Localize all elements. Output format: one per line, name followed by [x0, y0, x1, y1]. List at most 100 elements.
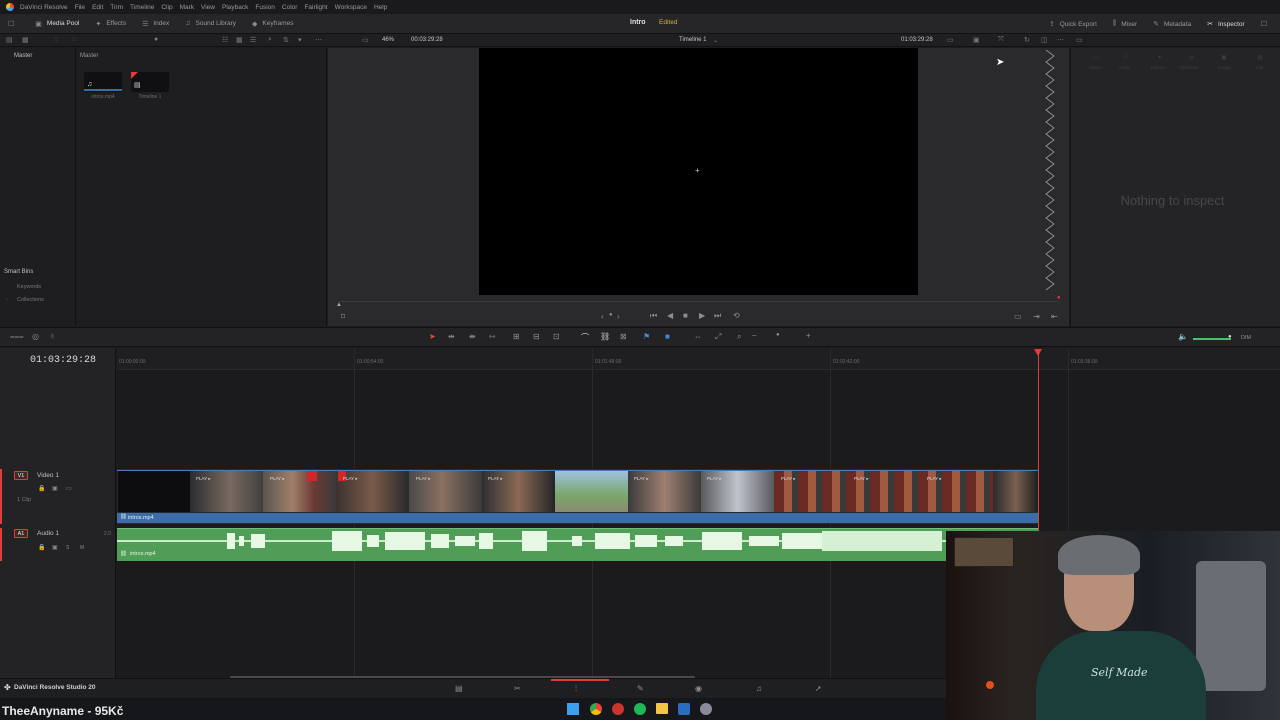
sound-library-button[interactable]: ♫ Sound Library [177, 14, 244, 34]
metadata-button[interactable]: ✎ Metadata [1145, 14, 1199, 34]
track-view-icon[interactable]: ◎ [32, 332, 39, 341]
volume-handle[interactable]: ● [1228, 334, 1232, 340]
fusion-page-icon[interactable]: ✎ [637, 684, 644, 693]
inspector-button[interactable]: ✂ Inspector [1199, 14, 1253, 34]
viewer-canvas[interactable]: + [479, 48, 918, 295]
volume-icon[interactable]: 🔈 [1178, 332, 1188, 341]
scrubber-start-handle[interactable]: ▲ [336, 302, 342, 308]
pool-item-intros[interactable]: ♫ [84, 72, 122, 92]
menu-fairlight[interactable]: Fairlight [304, 4, 327, 11]
lock-track-icon[interactable]: 🔒 [38, 485, 45, 492]
zoom-in-icon[interactable]: ◌ [72, 36, 76, 43]
deliver-page-icon[interactable]: ➚ [815, 684, 822, 693]
davinci-taskbar-icon[interactable] [700, 703, 712, 715]
menu-mark[interactable]: Mark [180, 4, 194, 11]
smart-bin-collections[interactable]: Collections [17, 297, 44, 303]
media-pool-button[interactable]: ▣ Media Pool [27, 14, 87, 34]
viewer-scrubber[interactable] [338, 301, 1060, 302]
windows-start-icon[interactable] [567, 703, 579, 715]
skip-to-end-icon[interactable]: ⏭ [714, 311, 721, 321]
smart-bin-keywords[interactable]: Keywords [17, 284, 41, 290]
menu-view[interactable]: View [201, 4, 215, 11]
loop-icon[interactable]: ↻ [1024, 36, 1030, 44]
timeline-selector[interactable]: Timeline 1 [679, 37, 706, 43]
sidebar-toggle-button[interactable]: ☐ [0, 14, 27, 34]
menu-trim[interactable]: Trim [110, 4, 123, 11]
audio-clip[interactable] [117, 528, 1039, 561]
more-options-icon[interactable]: ⋯ [315, 36, 322, 44]
audio-track-tag[interactable]: A1 [14, 529, 28, 538]
timeline-view-options-icon[interactable]: ⩶ [10, 332, 24, 342]
menu-help[interactable]: Help [374, 4, 387, 11]
audio-meter-icon[interactable]: ♮ [51, 332, 54, 341]
expand-panel-button[interactable]: ☐ [1253, 14, 1280, 34]
scrubber-playhead-marker[interactable]: ● [1057, 295, 1061, 301]
browser-app-icon[interactable] [612, 703, 624, 715]
mixer-button[interactable]: ⫼ Mixer [1105, 14, 1145, 34]
solo-button[interactable]: S [66, 545, 69, 551]
inspector-layout-icon[interactable]: ▭ [1076, 36, 1083, 44]
play-reverse-icon[interactable]: ◀ [667, 311, 673, 320]
position-lock-icon[interactable]: ⊠ [620, 332, 627, 341]
blade-tool-icon[interactable]: ⇿ [489, 332, 496, 341]
zoom-in-timeline-icon[interactable]: + [806, 331, 811, 340]
viewer-options-icon[interactable]: ▭ [947, 36, 954, 44]
transform-icon[interactable]: ⤧ [998, 36, 1004, 44]
replace-clip-icon[interactable]: ⊡ [553, 332, 560, 341]
inspector-tab-image-icon[interactable]: ▣ [1221, 54, 1227, 61]
jog-right-icon[interactable]: › [617, 312, 620, 321]
menu-fusion[interactable]: Fusion [255, 4, 275, 11]
menu-playback[interactable]: Playback [222, 4, 248, 11]
dual-viewer-icon[interactable]: ◫ [1041, 36, 1048, 44]
audio-auto-select-icon[interactable]: ▣ [52, 544, 58, 551]
thumbnail-view-icon[interactable]: ▦ [22, 36, 29, 44]
spotify-icon[interactable] [634, 703, 646, 715]
play-icon[interactable]: ▶ [699, 311, 705, 320]
viewer-layout-icon[interactable]: ▭ [362, 36, 369, 44]
dynamic-trim-icon[interactable]: ⇼ [469, 332, 476, 341]
timeline-ruler[interactable]: 01:00:00:00 01:00:54:00 01:01:48:00 01:0… [117, 348, 1280, 370]
trim-tool-icon[interactable]: ⇹ [448, 332, 455, 341]
list-view-icon[interactable]: ▤ [6, 36, 13, 44]
menu-file[interactable]: File [75, 4, 85, 11]
effects-button[interactable]: ✦ Effects [87, 14, 134, 34]
fairlight-page-icon[interactable]: ♫ [756, 684, 762, 693]
keyframes-button[interactable]: ◆ Keyframes [244, 14, 301, 34]
jog-left-icon[interactable]: ‹ [601, 312, 604, 321]
snapping-icon[interactable]: ⌒ [581, 332, 589, 343]
insert-clip-icon[interactable]: ⊞ [513, 332, 520, 341]
inspector-tab-effects[interactable]: Effects [1151, 65, 1165, 70]
chevron-down-icon[interactable]: ⌄ [713, 37, 718, 44]
zoom-detail-icon[interactable]: ⤢ [715, 332, 721, 342]
mark-in-icon[interactable]: ⇥ [1033, 312, 1040, 321]
menu-clip[interactable]: Clip [161, 4, 172, 11]
flag-icon[interactable]: ⚑ [643, 332, 650, 341]
zoom-custom-icon[interactable]: ⌕ [737, 332, 741, 342]
more-icon[interactable]: ⋯ [1057, 36, 1064, 44]
list-view-icon-2[interactable]: ☰ [250, 36, 256, 44]
search-icon[interactable]: ⌕ [268, 36, 272, 44]
stop-icon[interactable]: ■ [683, 311, 688, 320]
inspector-tab-transition[interactable]: Transition [1179, 65, 1199, 70]
zoom-out-timeline-icon[interactable]: − [752, 331, 757, 340]
menu-color[interactable]: Color [282, 4, 298, 11]
viewer-mode-icon[interactable]: ⌑ [341, 312, 345, 321]
bin-master[interactable]: Master [14, 53, 32, 59]
menu-timeline[interactable]: Timeline [130, 4, 154, 11]
cut-page-icon[interactable]: ✂ [514, 684, 521, 693]
inspector-tab-video-icon[interactable]: ▭ [1093, 54, 1099, 61]
lock-audio-icon[interactable]: 🔒 [38, 544, 45, 551]
card-view-icon[interactable]: ▦ [236, 36, 243, 44]
thumbnail-size-slider[interactable]: ● [154, 36, 158, 43]
chrome-icon[interactable] [590, 703, 602, 715]
pool-item-timeline[interactable]: ▤ [131, 72, 169, 92]
video-track-name[interactable]: Video 1 [37, 472, 59, 479]
zoom-level[interactable]: 46% [382, 37, 394, 43]
zoom-out-icon[interactable]: ◌ [54, 36, 58, 43]
inspector-tab-file[interactable]: File [1256, 65, 1263, 70]
volume-slider[interactable] [1193, 338, 1231, 340]
inspector-tab-audio[interactable]: Audio [1119, 65, 1131, 70]
media-page-icon[interactable]: ▤ [455, 684, 463, 693]
match-frame-icon[interactable]: ▭ [1014, 312, 1022, 321]
jog-wheel-icon[interactable]: ● [609, 312, 613, 318]
